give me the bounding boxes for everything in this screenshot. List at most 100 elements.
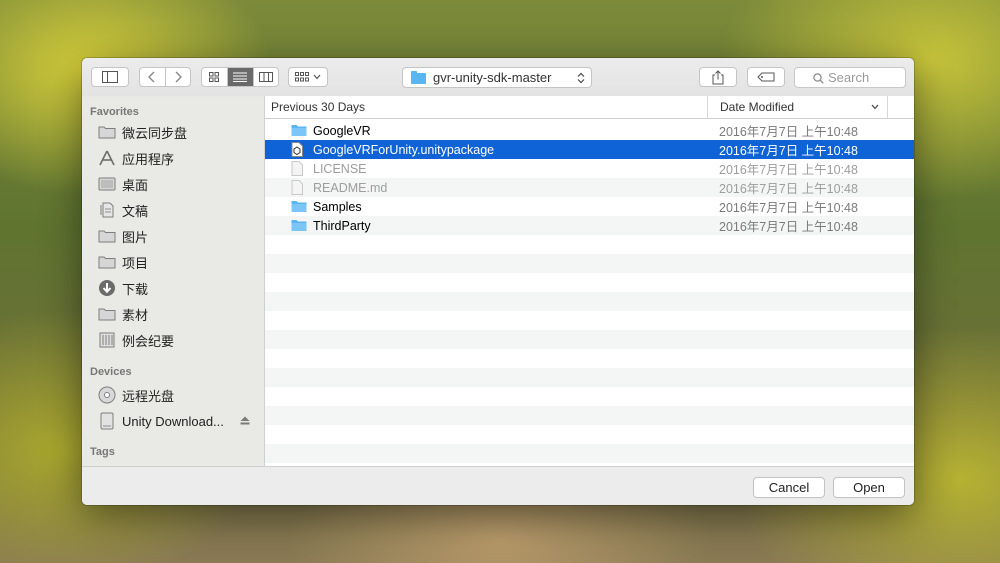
open-button[interactable]: Open (833, 477, 905, 498)
sidebar-item-downloads[interactable]: 下载 (98, 277, 258, 299)
back-forward-group (139, 67, 191, 87)
sidebar-item-label: 桌面 (122, 177, 149, 193)
drive-icon (98, 412, 116, 430)
cancel-button[interactable]: Cancel (753, 477, 825, 498)
folder-icon (411, 71, 426, 84)
share-button[interactable] (699, 67, 737, 87)
file-date-modified: 2016年7月7日 上午10:48 (719, 182, 858, 196)
empty-row (265, 444, 914, 463)
sidebar-icon (102, 71, 118, 83)
columns-icon (258, 72, 273, 82)
file-date-modified: 2016年7月7日 上午10:48 (719, 144, 858, 158)
list-view-button[interactable] (227, 68, 254, 86)
file-name: LICENSE (313, 161, 367, 176)
file-name: GoogleVR (313, 123, 371, 138)
folder-icon (98, 228, 116, 244)
eject-icon[interactable] (240, 416, 250, 425)
file-list: Previous 30 Days Date Modified GoogleVR 2… (265, 96, 914, 466)
sidebar-item-label: 应用程序 (122, 151, 175, 167)
desktop-icon (98, 176, 116, 192)
location-popup[interactable]: gvr-unity-sdk-master (402, 67, 592, 88)
sidebar-item-remote-disc[interactable]: 远程光盘 (98, 384, 258, 406)
grid-icon (209, 72, 220, 82)
file-date-modified: 2016年7月7日 上午10:48 (719, 220, 858, 234)
file-name: README.md (313, 180, 388, 195)
search-field[interactable]: Search (794, 67, 906, 88)
tags-header: Tags (90, 446, 115, 458)
sidebar-item-applications[interactable]: 应用程序 (98, 147, 258, 169)
empty-row (265, 330, 914, 349)
sidebar-item-unity-download[interactable]: Unity Download... (98, 410, 258, 432)
sidebar-item-label: 项目 (122, 255, 149, 271)
empty-row (265, 292, 914, 311)
back-button[interactable] (140, 68, 166, 86)
empty-row (265, 254, 914, 273)
document-icon (291, 161, 307, 176)
file-date-modified: 2016年7月7日 上午10:48 (719, 163, 858, 177)
documents-icon (98, 202, 116, 218)
dialog-footer: Cancel Open (82, 466, 914, 505)
search-icon (813, 73, 824, 84)
sidebar-item-label: 远程光盘 (122, 388, 175, 404)
sidebar-item-label: 素材 (122, 307, 149, 323)
file-row[interactable]: Samples 2016年7月7日 上午10:48 (265, 197, 914, 216)
empty-row (265, 406, 914, 425)
empty-row (265, 311, 914, 330)
tag-button[interactable] (747, 67, 785, 87)
sidebar-item-label: 文稿 (122, 203, 149, 219)
folder-icon (291, 199, 307, 213)
file-name: GoogleVRForUnity.unitypackage (313, 142, 495, 157)
column-view-button[interactable] (254, 68, 278, 86)
icon-view-button[interactable] (202, 68, 228, 86)
sidebar-item-documents[interactable]: 文稿 (98, 199, 258, 221)
toolbar: gvr-unity-sdk-master Search (82, 58, 914, 97)
tag-icon (757, 72, 775, 82)
archive-icon (98, 332, 116, 348)
file-row[interactable]: GoogleVRForUnity.unitypackage 2016年7月7日 上… (265, 140, 914, 159)
list-header: Previous 30 Days Date Modified (265, 96, 914, 119)
sidebar-item-weiyun[interactable]: 微云同步盘 (98, 121, 258, 143)
folder-icon (98, 254, 116, 270)
sidebar-toggle-button[interactable] (91, 67, 129, 87)
disc-icon (98, 386, 116, 404)
forward-button[interactable] (166, 68, 190, 86)
chevron-down-icon (313, 74, 321, 80)
sidebar-item-meeting-notes[interactable]: 例会纪要 (98, 329, 258, 351)
file-row[interactable]: ThirdParty 2016年7月7日 上午10:48 (265, 216, 914, 235)
folder-icon (291, 218, 307, 232)
chevron-right-icon (175, 71, 182, 83)
favorites-header: Favorites (90, 106, 139, 118)
file-row: README.md 2016年7月7日 上午10:48 (265, 178, 914, 197)
document-icon (291, 180, 307, 195)
applications-icon (98, 150, 116, 166)
view-mode-group (201, 67, 279, 87)
group-header: Previous 30 Days (271, 100, 366, 114)
devices-header: Devices (90, 366, 132, 378)
column-header-label: Date Modified (720, 100, 795, 114)
file-row: LICENSE 2016年7月7日 上午10:48 (265, 159, 914, 178)
sidebar-item-pictures[interactable]: 图片 (98, 225, 258, 247)
file-row[interactable]: GoogleVR 2016年7月7日 上午10:48 (265, 121, 914, 140)
file-name: ThirdParty (313, 218, 371, 233)
empty-row (265, 387, 914, 406)
folder-icon (98, 124, 116, 140)
sidebar-item-projects[interactable]: 项目 (98, 251, 258, 273)
empty-row (265, 235, 914, 254)
unity-package-icon (291, 142, 307, 157)
sidebar-item-materials[interactable]: 素材 (98, 303, 258, 325)
sidebar-item-label: 图片 (122, 229, 149, 245)
sidebar-item-label: 微云同步盘 (122, 125, 188, 141)
chevron-down-icon (871, 104, 879, 110)
share-icon (712, 69, 724, 84)
sidebar-item-desktop[interactable]: 桌面 (98, 173, 258, 195)
date-modified-column-header[interactable]: Date Modified (707, 96, 887, 118)
file-name: Samples (313, 199, 362, 214)
empty-row (265, 425, 914, 444)
folder-icon (98, 306, 116, 322)
sidebar-item-label: 下载 (122, 281, 149, 297)
search-placeholder: Search (828, 70, 870, 85)
empty-row (265, 349, 914, 368)
file-date-modified: 2016年7月7日 上午10:48 (719, 125, 858, 139)
sidebar: Favorites 微云同步盘 应用程序 桌面 文稿 图片 项目 下载 素材 例… (82, 96, 265, 466)
arrange-button[interactable] (288, 67, 328, 87)
